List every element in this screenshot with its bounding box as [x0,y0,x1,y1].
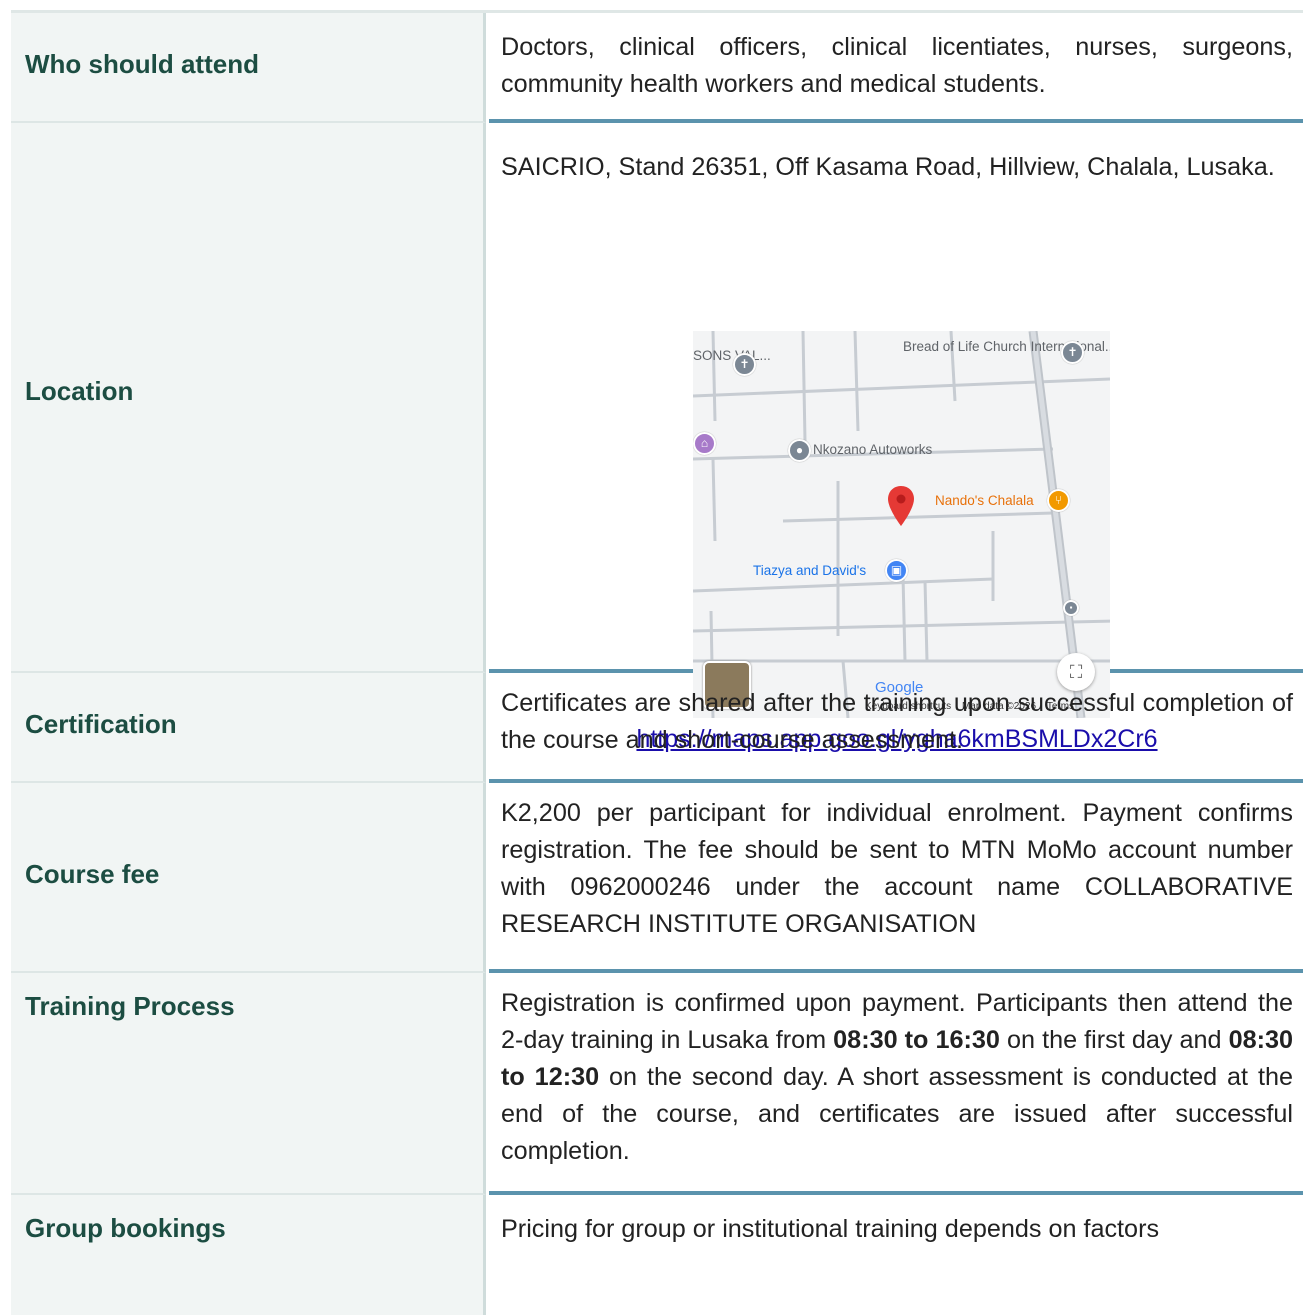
label-cell: Training Process [11,973,486,1195]
row-label: Location [25,376,134,406]
location-map[interactable]: Bread of Life Church International... ✝ … [693,331,1110,718]
course-info-table: Who should attend Doctors, clinical offi… [11,10,1303,1315]
value-cell: Pricing for group or institutional train… [489,1195,1303,1315]
row-label: Who should attend [25,49,259,79]
value-cell: SAICRIO, Stand 26351, Off Kasama Road, H… [489,123,1303,753]
map-place-church[interactable]: Bread of Life Church International... [903,339,1110,354]
label-cell: Course fee [11,783,486,973]
church-icon[interactable]: ✝ [733,353,756,376]
row-value: SAICRIO, Stand 26351, Off Kasama Road, H… [501,153,1275,181]
row-value: Pricing for group or institutional train… [501,1215,1160,1243]
table-row-training-process: Training Process Registration is confirm… [11,973,1303,1195]
value-cell: Doctors, clinical officers, clinical lic… [489,13,1303,123]
place-icon[interactable]: ⌂ [693,432,716,455]
row-value: Registration is confirmed upon payment. … [501,985,1293,1170]
label-cell: Location [11,123,486,673]
place-pin-icon[interactable]: ● [788,439,811,462]
row-label: Training Process [25,991,235,1021]
value-cell: K2,200 per participant for individual en… [489,783,1303,973]
process-text-2: on the first day and [999,1026,1229,1054]
shop-icon[interactable]: ▣ [885,559,908,582]
row-label: Certification [25,709,177,739]
label-cell: Certification [11,673,486,783]
process-time-day-1: 08:30 to 16:30 [833,1026,1000,1054]
row-label: Group bookings [25,1213,226,1243]
map-place-nandos[interactable]: Nando's Chalala [935,493,1034,508]
table-row-group-bookings: Group bookings Pricing for group or inst… [11,1195,1303,1315]
table-row-certification: Certification Certificates are shared af… [11,673,1303,783]
row-value: K2,200 per participant for individual en… [501,799,1293,938]
row-value: Doctors, clinical officers, clinical lic… [501,33,1293,98]
map-place-tiazya[interactable]: Tiazya and David's [753,563,866,578]
value-cell: Registration is confirmed upon payment. … [489,973,1303,1195]
table-row-location: Location SAICRIO, Stand 26351, Off Kasam… [11,123,1303,753]
process-text-3: on the second day. A short assessment is… [501,1063,1293,1165]
bus-stop-icon[interactable]: ▪ [1063,600,1079,616]
value-cell: Certificates are shared after the traini… [489,673,1303,783]
label-cell: Group bookings [11,1195,486,1315]
church-icon[interactable]: ✝ [1061,341,1084,364]
table-row-course-fee: Course fee K2,200 per participant for in… [11,783,1303,973]
row-value: Certificates are shared after the traini… [501,689,1293,754]
location-pin-icon[interactable] [888,486,914,526]
table-row-who-should-attend: Who should attend Doctors, clinical offi… [11,13,1303,123]
map-place-sons[interactable]: SONS VAL... [693,349,771,363]
row-label: Course fee [25,859,160,889]
restaurant-icon[interactable]: ⑂ [1047,489,1070,512]
map-place-autoworks[interactable]: Nkozano Autoworks [813,442,932,457]
label-cell: Who should attend [11,13,486,123]
